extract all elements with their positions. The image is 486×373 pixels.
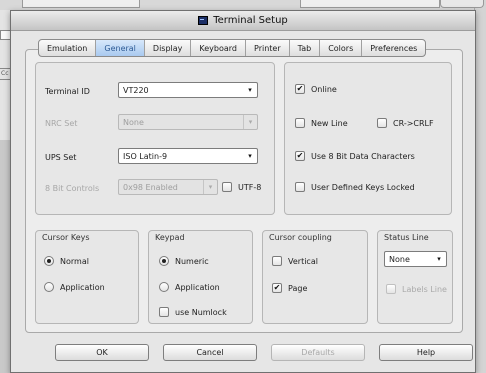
cr-crlf-checkbox[interactable]: CR->CRLF bbox=[377, 118, 434, 128]
keypad-numeric-label: Numeric bbox=[175, 256, 209, 266]
chevron-down-icon: ▾ bbox=[203, 180, 217, 194]
online-checkbox[interactable]: ✔ Online bbox=[295, 84, 337, 94]
chevron-down-icon: ▾ bbox=[437, 255, 441, 263]
coupling-page-checkbox[interactable]: ✔ Page bbox=[272, 283, 307, 293]
terminal-id-select[interactable]: VT220 ▾ bbox=[118, 82, 258, 98]
keypad-title: Keypad bbox=[155, 233, 185, 242]
labels-line-checkbox[interactable]: Labels Line bbox=[386, 284, 447, 294]
ups-set-label: UPS Set bbox=[45, 153, 77, 162]
checkbox-box bbox=[295, 118, 305, 128]
tab-printer[interactable]: Printer bbox=[246, 40, 290, 56]
eight-bit-controls-label: 8 Bit Controls bbox=[45, 184, 100, 193]
coupling-vertical-label: Vertical bbox=[288, 256, 318, 266]
defaults-button[interactable]: Defaults bbox=[271, 344, 365, 361]
radio-icon bbox=[159, 282, 169, 292]
chevron-down-icon: ▾ bbox=[243, 115, 257, 129]
tab-bar: Emulation General Display Keyboard Print… bbox=[38, 39, 427, 57]
check-icon: ✔ bbox=[295, 84, 305, 94]
use-numlock-label: use Numlock bbox=[175, 307, 227, 317]
keypad-application-label: Application bbox=[175, 282, 220, 292]
checkbox-box bbox=[377, 118, 387, 128]
dialog-titlebar[interactable]: Terminal Setup bbox=[11, 11, 475, 31]
new-line-checkbox[interactable]: New Line bbox=[295, 118, 348, 128]
udk-locked-label: User Defined Keys Locked bbox=[311, 182, 415, 192]
nrc-set-select[interactable]: None ▾ bbox=[118, 114, 258, 130]
status-line-title: Status Line bbox=[384, 233, 429, 242]
keypad-numeric-radio[interactable]: Numeric bbox=[159, 256, 209, 266]
ok-button[interactable]: OK bbox=[55, 344, 149, 361]
tab-emulation[interactable]: Emulation bbox=[39, 40, 97, 56]
ups-set-select[interactable]: ISO Latin-9 ▾ bbox=[118, 148, 258, 164]
radio-selected-icon bbox=[44, 256, 54, 266]
tab-display[interactable]: Display bbox=[145, 40, 192, 56]
terminal-settings-group: Terminal ID VT220 ▾ NRC Set None ▾ UPS S… bbox=[35, 62, 275, 215]
use-8bit-data-label: Use 8 Bit Data Characters bbox=[311, 151, 415, 161]
nrc-set-value: None bbox=[123, 117, 144, 127]
use-numlock-checkbox[interactable]: use Numlock bbox=[159, 307, 227, 317]
background-app-right-button bbox=[440, 0, 484, 8]
checkbox-box bbox=[272, 256, 282, 266]
check-icon: ✔ bbox=[272, 283, 282, 293]
chevron-down-icon: ▾ bbox=[248, 86, 252, 94]
keypad-application-radio[interactable]: Application bbox=[159, 282, 220, 292]
use-8bit-data-checkbox[interactable]: ✔ Use 8 Bit Data Characters bbox=[295, 151, 415, 161]
online-label: Online bbox=[311, 84, 337, 94]
checkbox-box bbox=[295, 182, 305, 192]
checkbox-box bbox=[222, 182, 232, 192]
ups-set-value: ISO Latin-9 bbox=[123, 151, 168, 161]
terminal-app-icon bbox=[198, 16, 209, 25]
radio-selected-icon bbox=[159, 256, 169, 266]
radio-icon bbox=[44, 282, 54, 292]
utf8-checkbox[interactable]: UTF-8 bbox=[222, 182, 261, 192]
tab-preferences[interactable]: Preferences bbox=[362, 40, 425, 56]
udk-locked-checkbox[interactable]: User Defined Keys Locked bbox=[295, 182, 415, 192]
tab-colors[interactable]: Colors bbox=[320, 40, 363, 56]
eight-bit-controls-value: 0x98 Enabled bbox=[123, 182, 178, 192]
eight-bit-controls-select[interactable]: 0x98 Enabled ▾ bbox=[118, 179, 218, 195]
terminal-setup-dialog: Terminal Setup Emulation General Display… bbox=[10, 10, 476, 373]
chevron-down-icon: ▾ bbox=[248, 152, 252, 160]
checkbox-box bbox=[159, 307, 169, 317]
background-app-field bbox=[22, 0, 140, 8]
cursor-keys-normal-radio[interactable]: Normal bbox=[44, 256, 89, 266]
new-line-label: New Line bbox=[311, 118, 348, 128]
cursor-keys-group: Cursor Keys Normal Application bbox=[35, 230, 139, 324]
cr-crlf-label: CR->CRLF bbox=[393, 118, 434, 128]
cursor-keys-application-label: Application bbox=[60, 282, 105, 292]
general-tab-panel: Terminal ID VT220 ▾ NRC Set None ▾ UPS S… bbox=[25, 49, 463, 333]
coupling-page-label: Page bbox=[288, 283, 308, 293]
cursor-coupling-title: Cursor coupling bbox=[269, 233, 332, 242]
tab-general[interactable]: General bbox=[96, 40, 145, 56]
nrc-set-label: NRC Set bbox=[45, 119, 78, 128]
help-button[interactable]: Help bbox=[379, 344, 473, 361]
keypad-group: Keypad Numeric Application use Numlock bbox=[148, 230, 253, 324]
checkbox-box bbox=[386, 284, 396, 294]
background-app-field-right bbox=[300, 0, 440, 8]
cursor-keys-normal-label: Normal bbox=[60, 256, 89, 266]
terminal-id-value: VT220 bbox=[123, 85, 149, 95]
cursor-keys-application-radio[interactable]: Application bbox=[44, 282, 105, 292]
dialog-title: Terminal Setup bbox=[213, 15, 288, 26]
status-line-select[interactable]: None ▾ bbox=[384, 251, 447, 267]
coupling-vertical-checkbox[interactable]: Vertical bbox=[272, 256, 318, 266]
labels-line-label: Labels Line bbox=[402, 284, 447, 294]
tab-keyboard[interactable]: Keyboard bbox=[191, 40, 247, 56]
terminal-options-group: ✔ Online New Line CR->CRLF ✔ Use 8 Bit D… bbox=[284, 62, 452, 215]
cursor-keys-title: Cursor Keys bbox=[42, 233, 90, 242]
utf8-label: UTF-8 bbox=[238, 182, 262, 192]
tab-tab[interactable]: Tab bbox=[290, 40, 321, 56]
status-line-group: Status Line None ▾ Labels Line bbox=[377, 230, 453, 324]
cursor-coupling-group: Cursor coupling Vertical ✔ Page bbox=[262, 230, 368, 324]
terminal-id-label: Terminal ID bbox=[45, 87, 90, 96]
cancel-button[interactable]: Cancel bbox=[163, 344, 257, 361]
check-icon: ✔ bbox=[295, 151, 305, 161]
status-line-value: None bbox=[389, 254, 410, 264]
